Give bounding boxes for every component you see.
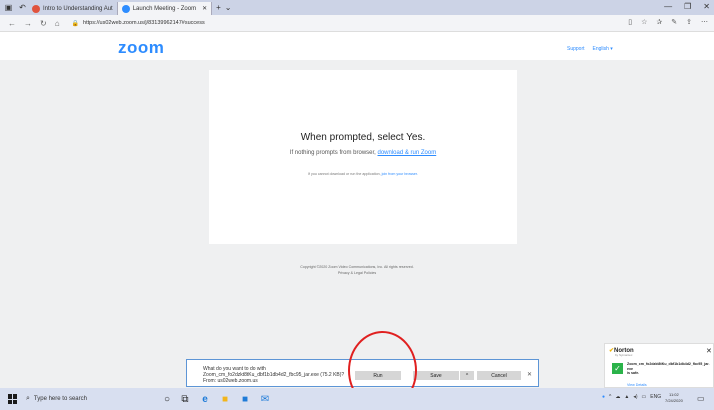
check-icon: ✓ [612, 363, 623, 374]
download-question: What do you want to do with Zoom_cm_fo2d… [203, 366, 345, 384]
download-hint: If nothing prompts from browser, downloa… [289, 150, 437, 156]
tab-dropdown-icon[interactable]: ⌄ [225, 3, 232, 12]
favorites-icon[interactable]: ✰ [656, 18, 662, 26]
download-run-link[interactable]: download & run Zoom [378, 150, 437, 156]
language-indicator[interactable]: ENG [650, 394, 661, 400]
forward-icon[interactable]: → [24, 19, 32, 28]
norton-sub: by Symantec [615, 353, 633, 357]
clock-date: 7/24/2020 [665, 398, 683, 403]
tab-zoom[interactable]: Launch Meeting - Zoom ✕ [117, 2, 213, 15]
zoom-logo[interactable]: zoom [118, 38, 164, 58]
clock[interactable]: 11:02 7/24/2020 [665, 392, 683, 404]
close-icon[interactable]: ✕ [706, 347, 712, 355]
cloud-icon[interactable]: ☁ [615, 394, 620, 400]
close-window-icon[interactable]: ✕ [703, 2, 710, 11]
mail-icon[interactable]: ✉ [258, 392, 272, 406]
more-icon[interactable]: ⋯ [701, 18, 708, 26]
close-tab-icon[interactable]: ✕ [202, 5, 207, 12]
support-link[interactable]: Support [567, 46, 585, 52]
browser-join-hint: If you cannot download or run the applic… [308, 172, 418, 176]
language-selector[interactable]: English ▾ [593, 46, 613, 52]
save-options-button[interactable]: ^ [460, 371, 474, 380]
page-title: When prompted, select Yes. [300, 132, 426, 143]
network-icon[interactable]: ▲ [624, 394, 629, 400]
back-tab-icon[interactable]: ↶ [17, 2, 28, 13]
footer: Copyright ©2020 Zoom Video Communication… [0, 264, 714, 276]
share-icon[interactable]: ⇪ [686, 18, 692, 26]
back-icon[interactable]: ← [8, 19, 16, 28]
download-source: From: us02web.zoom.us [203, 378, 258, 384]
store-icon[interactable]: ■ [238, 392, 252, 406]
refresh-icon[interactable]: ↻ [40, 19, 47, 28]
url-field[interactable]: 🔒 https://us02web.zoom.us/j/83139962147#… [72, 17, 632, 29]
favorite-star-icon[interactable]: ☆ [641, 18, 647, 26]
tab-label: Launch Meeting - Zoom [132, 5, 197, 12]
zoom-header: zoom Support English ▾ [0, 32, 714, 60]
search-icon: ⌕ [26, 395, 30, 402]
tab-pdf[interactable]: Intro to Understanding Aut [28, 2, 118, 15]
home-icon[interactable]: ⌂ [55, 19, 60, 28]
zoom-tray-icon[interactable]: ● [602, 394, 605, 400]
search-placeholder: Type here to search [33, 396, 87, 402]
tab-list-icon[interactable]: ▣ [3, 2, 14, 13]
cancel-button[interactable]: Cancel [477, 371, 521, 380]
join-browser-link[interactable]: join from your browser. [382, 172, 418, 176]
system-tray: ● ^ ☁ ▲ ◂) ▭ ENG [602, 394, 661, 400]
notes-icon[interactable]: ✎ [671, 18, 677, 26]
norton-notification: ✔Norton by Symantec ✕ ✓ Zoom_cm_fo2dzkt8… [604, 343, 714, 388]
chevron-up-icon[interactable]: ^ [609, 394, 611, 400]
lock-icon: 🔒 [71, 20, 80, 27]
notification-icon[interactable]: ▭ [697, 394, 705, 403]
close-icon[interactable]: ✕ [527, 371, 532, 378]
url-text: https://us02web.zoom.us/j/83139962147#su… [83, 20, 205, 26]
norton-filename: Zoom_cm_fo2dzkt8tKu_dbf1b1db4d2_fbc95_ja… [627, 362, 710, 371]
maximize-icon[interactable]: ❐ [684, 2, 691, 11]
volume-icon[interactable]: ◂) [633, 394, 637, 400]
taskbar-search[interactable]: ⌕ Type here to search [26, 392, 148, 406]
launch-card: When prompted, select Yes. If nothing pr… [209, 70, 517, 244]
keyboard-icon[interactable]: ▭ [642, 394, 647, 400]
browser-toolbar: ▯ ☆ ✰ ✎ ⇪ ⋯ [628, 18, 708, 26]
file-explorer-icon[interactable]: ■ [218, 392, 232, 406]
privacy-link[interactable]: Privacy & Legal Policies [0, 270, 714, 276]
new-tab-button[interactable]: + [216, 3, 221, 12]
header-links: Support English ▾ [567, 46, 613, 52]
windows-start-icon[interactable] [8, 394, 18, 404]
zoom-icon [121, 4, 130, 13]
norton-message: Zoom_cm_fo2dzkt8tKu_dbf1b1db4d2_fbc95_ja… [627, 362, 711, 376]
edge-icon[interactable]: e [198, 392, 212, 406]
window-controls: — ❐ ✕ [664, 2, 710, 11]
view-details-link[interactable]: View Details [627, 383, 647, 387]
minimize-icon[interactable]: — [664, 2, 672, 11]
taskbar: ⌕ Type here to search ○ ⧉ e ■ ■ ✉ ● ^ ☁ … [0, 388, 714, 410]
task-view-icon[interactable]: ⧉ [178, 392, 192, 406]
tab-label: Intro to Understanding Aut [43, 5, 113, 12]
save-button[interactable]: Save [413, 371, 459, 380]
reading-view-icon[interactable]: ▯ [628, 18, 632, 26]
page-content: When prompted, select Yes. If nothing pr… [0, 60, 714, 388]
pdf-icon [32, 4, 40, 13]
norton-status: is safe. [627, 371, 640, 375]
address-bar: ← → ↻ ⌂ 🔒 https://us02web.zoom.us/j/8313… [0, 15, 714, 32]
browser-tab-strip: ▣ ↶ Intro to Understanding Aut Launch Me… [0, 0, 714, 15]
cortana-icon[interactable]: ○ [160, 392, 174, 406]
